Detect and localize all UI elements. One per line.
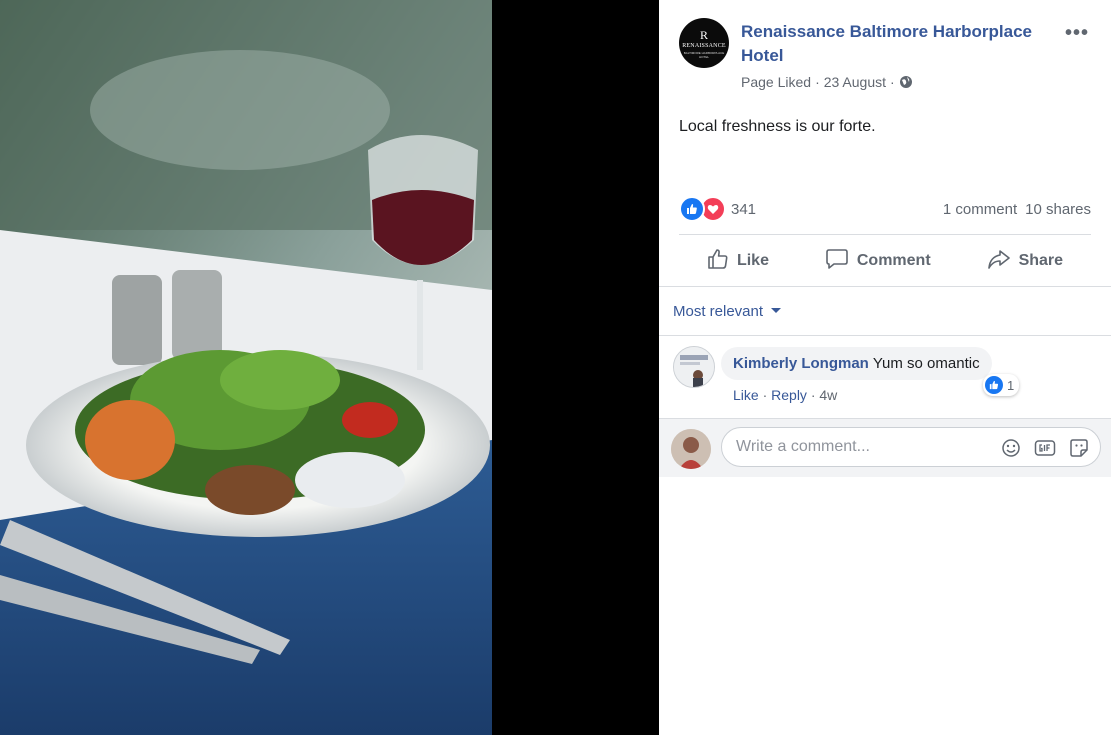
gif-icon[interactable]	[1034, 437, 1056, 459]
page-avatar[interactable]: R RENAISSANCE BALTIMORE HARBORPLACE HOTE…	[679, 18, 729, 68]
page-logo-name: RENAISSANCE	[682, 43, 726, 49]
post-date[interactable]: 23 August	[824, 74, 886, 90]
photo-viewer-stage	[0, 0, 659, 735]
comment-bubble: Kimberly Longman Yum so omantic	[721, 347, 992, 380]
commenter-avatar[interactable]	[673, 346, 715, 388]
comment-button[interactable]: Comment	[825, 248, 931, 275]
share-label: Share	[1018, 252, 1064, 269]
post-actions-bar: Like Comment Share	[679, 236, 1091, 286]
caret-down-icon	[771, 307, 782, 313]
comment-input-placeholder: Write a comment...	[736, 438, 870, 455]
post-meta: Page Liked · 23 August ·	[741, 74, 913, 90]
comment-item: Kimberly Longman Yum so omantic 1 Like · …	[673, 346, 1097, 406]
shares-count-link[interactable]: 10 shares	[1025, 201, 1091, 218]
comment-actions: Like · Reply · 4w	[733, 387, 837, 403]
globe-icon[interactable]	[899, 75, 913, 89]
comment-composer: Write a comment...	[659, 418, 1111, 477]
comment-age[interactable]: 4w	[819, 387, 837, 403]
sticker-icon[interactable]	[1068, 437, 1090, 459]
comment-like-link[interactable]: Like	[733, 387, 759, 403]
like-reaction-icon	[985, 376, 1003, 394]
share-arrow-icon	[987, 248, 1011, 275]
sort-label: Most relevant	[673, 302, 764, 320]
page-logo-subtitle: BALTIMORE HARBORPLACE HOTEL	[683, 51, 725, 59]
comment-input[interactable]: Write a comment...	[721, 427, 1101, 467]
liked-status: Page Liked	[741, 74, 812, 90]
comment-label: Comment	[856, 252, 931, 269]
like-button[interactable]: Like	[707, 248, 769, 275]
comment-reply-link[interactable]: Reply	[771, 387, 807, 403]
actions-top-divider	[679, 234, 1091, 235]
salad-photo-illustration	[0, 0, 492, 735]
ellipsis-icon[interactable]: •••	[1065, 22, 1089, 45]
page-logo-letter: R	[699, 28, 708, 42]
comments-count-link[interactable]: 1 comment	[943, 201, 1017, 218]
speech-bubble-icon	[825, 248, 849, 275]
composer-icons	[1000, 437, 1090, 459]
post-detail-panel: R RENAISSANCE BALTIMORE HARBORPLACE HOTE…	[659, 0, 1111, 735]
like-label: Like	[736, 252, 769, 269]
thumbs-up-icon	[707, 248, 729, 275]
comment-sort-dropdown[interactable]: Most relevant	[659, 286, 1111, 336]
current-user-avatar[interactable]	[671, 429, 711, 469]
comment-author-link[interactable]: Kimberly Longman	[733, 355, 869, 372]
like-reaction-icon[interactable]	[679, 196, 705, 222]
comment-text: Yum so omantic	[872, 355, 980, 372]
page-name-link[interactable]: Renaissance Baltimore Harborplace Hotel	[741, 20, 1061, 68]
engagement-counts: 1 comment 10 shares	[943, 201, 1091, 218]
post-text: Local freshness is our forte.	[679, 118, 876, 135]
comment-reaction-badge[interactable]: 1	[983, 374, 1020, 396]
comments-section: Most relevant Kimberly Longman Yum so oma…	[659, 286, 1111, 735]
emoji-icon[interactable]	[1000, 437, 1022, 459]
comment-reaction-count: 1	[1007, 377, 1015, 393]
post-header: R RENAISSANCE BALTIMORE HARBORPLACE HOTE…	[679, 18, 1091, 98]
post-photo[interactable]	[0, 0, 492, 735]
share-button[interactable]: Share	[987, 248, 1063, 275]
meta-separator: ·	[890, 74, 895, 90]
meta-separator: ·	[815, 74, 820, 90]
reaction-count[interactable]: 341	[731, 201, 756, 218]
reaction-summary: 341 1 comment 10 shares	[679, 196, 1091, 222]
meta-separator: ·	[762, 387, 772, 403]
